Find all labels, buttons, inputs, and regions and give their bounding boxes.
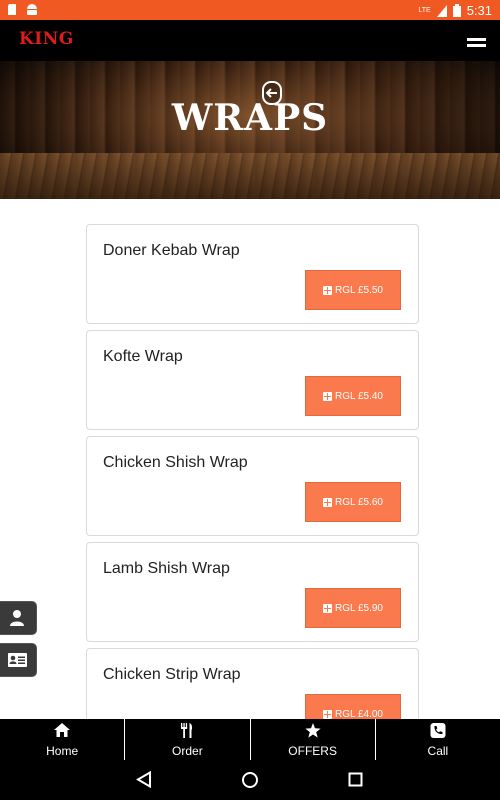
- page-title: WRAPS: [171, 97, 329, 139]
- battery-icon: [452, 4, 461, 17]
- menu-item-list: Doner Kebab Wrap RGL £5.50 Kofte Wrap RG…: [86, 224, 419, 754]
- nav-order[interactable]: Order: [125, 719, 251, 760]
- menu-item-name: Chicken Strip Wrap: [103, 666, 241, 683]
- phone-icon: [430, 723, 446, 738]
- bottom-nav: Home Order OFFERS Call: [0, 719, 500, 760]
- menu-item-card: Kofte Wrap RGL £5.40: [86, 330, 419, 430]
- plus-icon: [323, 285, 332, 295]
- add-to-order-button[interactable]: RGL £5.50: [305, 270, 401, 310]
- android-icon: [27, 4, 37, 15]
- hero-banner: WRAPS: [0, 61, 500, 199]
- nav-offers[interactable]: OFFERS: [251, 719, 376, 760]
- price-label: RGL £5.50: [335, 284, 383, 296]
- add-to-order-button[interactable]: RGL £5.90: [305, 588, 401, 628]
- add-to-order-button[interactable]: RGL £5.60: [305, 482, 401, 522]
- nav-call[interactable]: Call: [376, 719, 500, 760]
- add-to-order-button[interactable]: RGL £5.40: [305, 376, 401, 416]
- menu-item-card: Doner Kebab Wrap RGL £5.50: [86, 224, 419, 324]
- network-label: LTE: [418, 7, 431, 14]
- recents-square-icon[interactable]: [348, 772, 363, 787]
- plus-icon: [323, 709, 332, 719]
- menu-item-card: Lamb Shish Wrap RGL £5.90: [86, 542, 419, 642]
- side-contact-button[interactable]: [0, 644, 36, 676]
- menu-item-card: Chicken Shish Wrap RGL £5.60: [86, 436, 419, 536]
- price-label: RGL £5.40: [335, 390, 383, 402]
- sd-card-icon: [8, 4, 16, 15]
- back-triangle-icon[interactable]: [136, 771, 152, 788]
- menu-item-name: Chicken Shish Wrap: [103, 454, 248, 471]
- menu-item-name: Kofte Wrap: [103, 348, 183, 365]
- home-circle-icon[interactable]: [241, 771, 259, 789]
- plus-icon: [323, 603, 332, 613]
- hamburger-icon[interactable]: [467, 38, 486, 48]
- nav-home-label: Home: [46, 744, 79, 758]
- plus-icon: [323, 497, 332, 507]
- status-bar: LTE 5:31: [0, 0, 500, 20]
- status-time: 5:31: [466, 3, 492, 18]
- app-logo[interactable]: KING: [19, 29, 74, 49]
- menu-item-name: Lamb Shish Wrap: [103, 560, 230, 577]
- contact-card-icon: [8, 653, 27, 667]
- app-bar: KING: [0, 20, 500, 61]
- plus-icon: [323, 391, 332, 401]
- nav-call-label: Call: [427, 744, 449, 758]
- system-nav-bar: [0, 760, 500, 800]
- menu-item-name: Doner Kebab Wrap: [103, 242, 240, 259]
- nav-home[interactable]: Home: [0, 719, 126, 760]
- signal-bars-icon: [436, 4, 447, 17]
- nav-order-label: Order: [172, 744, 203, 758]
- star-icon: [305, 723, 321, 738]
- hero-floor-background: [0, 153, 500, 199]
- user-icon: [10, 610, 24, 626]
- price-label: RGL £5.60: [335, 496, 383, 508]
- side-user-button[interactable]: [0, 602, 36, 634]
- lte-signal-icon: LTE: [418, 7, 430, 14]
- price-label: RGL £4.00: [335, 708, 383, 720]
- price-label: RGL £5.90: [335, 602, 383, 614]
- nav-offers-label: OFFERS: [288, 744, 337, 758]
- home-icon: [54, 723, 71, 737]
- cutlery-icon: [181, 723, 193, 738]
